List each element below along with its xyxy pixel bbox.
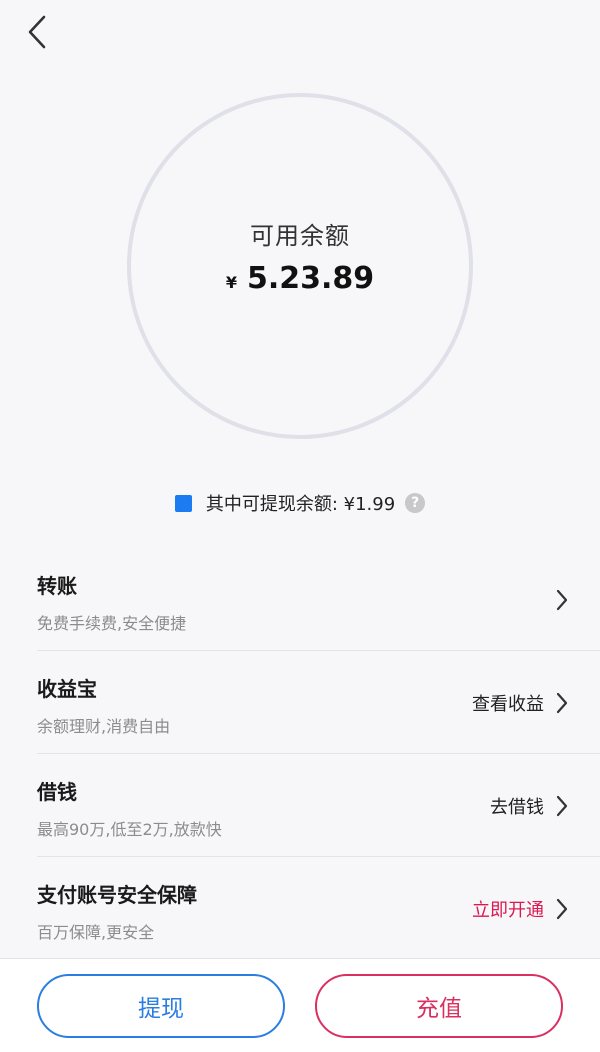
- chevron-right-icon: [556, 898, 568, 920]
- withdraw-button[interactable]: 提现: [37, 973, 285, 1038]
- row-action-label: 立即开通: [472, 899, 544, 921]
- bottom-action-bar: 提现 充值: [0, 958, 600, 1052]
- row-title: 收益宝: [37, 677, 97, 701]
- chevron-left-icon: [28, 15, 46, 49]
- row-transfer[interactable]: 转账 免费手续费,安全便捷: [37, 548, 600, 651]
- help-icon[interactable]: ?: [405, 493, 426, 513]
- currency-symbol: ¥: [225, 273, 237, 292]
- recharge-button[interactable]: 充值: [315, 973, 563, 1038]
- balance-value: 5.23.89: [246, 261, 375, 296]
- withdrawable-balance: 其中可提现余额: ¥1.99 ?: [0, 490, 600, 516]
- withdrawable-marker: [174, 494, 192, 512]
- row-subtitle: 最高90万,低至2万,放款快: [37, 820, 222, 839]
- row-subtitle: 免费手续费,安全便捷: [37, 614, 187, 633]
- withdrawable-text: 其中可提现余额: ¥1.99: [205, 494, 396, 515]
- row-action-label: 去借钱: [490, 796, 544, 818]
- row-title: 转账: [37, 574, 77, 598]
- chevron-right-icon: [556, 795, 568, 817]
- row-borrow[interactable]: 借钱 最高90万,低至2万,放款快 去借钱: [37, 754, 600, 857]
- row-action-label: 查看收益: [472, 693, 544, 715]
- row-action: 去借钱: [490, 754, 568, 857]
- row-action: 立即开通: [472, 857, 568, 960]
- row-title: 借钱: [37, 780, 77, 804]
- balance-label: 可用余额: [250, 222, 350, 250]
- chevron-right-icon: [556, 692, 568, 714]
- row-title: 支付账号安全保障: [37, 883, 197, 907]
- balance-amount: ¥ 5.23.89: [226, 261, 374, 296]
- chevron-right-icon: [556, 589, 568, 611]
- row-action: [544, 548, 568, 651]
- row-subtitle: 余额理财,消费自由: [37, 717, 171, 736]
- row-yield-treasure[interactable]: 收益宝 余额理财,消费自由 查看收益: [37, 651, 600, 754]
- row-subtitle: 百万保障,更安全: [37, 923, 155, 942]
- row-action: 查看收益: [472, 651, 568, 754]
- back-button[interactable]: [22, 14, 52, 50]
- row-account-security[interactable]: 支付账号安全保障 百万保障,更安全 立即开通: [37, 857, 600, 960]
- service-list: 转账 免费手续费,安全便捷 收益宝 余额理财,消费自由 查看收益 借钱 最高90…: [0, 548, 600, 960]
- balance-ring: 可用余额 ¥ 5.23.89: [127, 93, 473, 439]
